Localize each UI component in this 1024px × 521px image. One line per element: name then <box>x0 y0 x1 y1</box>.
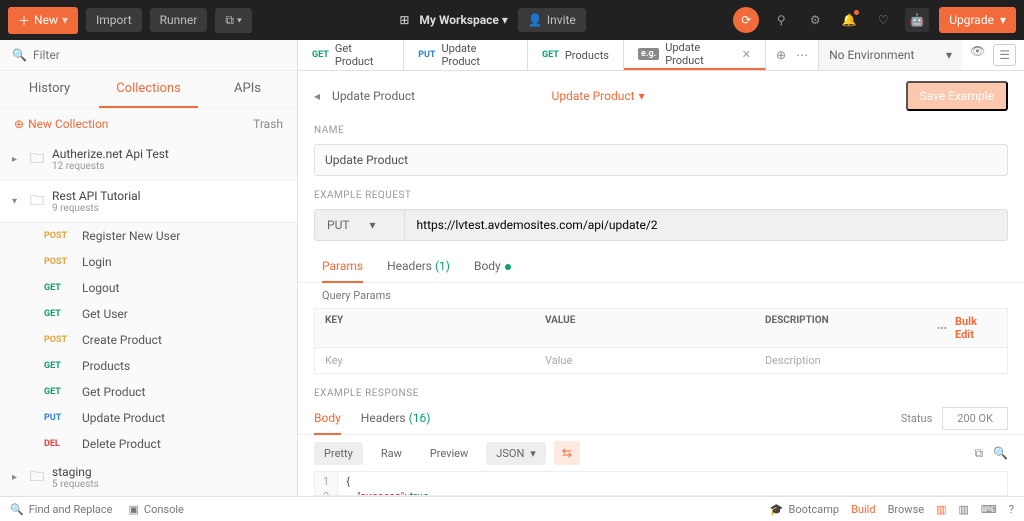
params-table: KEY VALUE DESCRIPTION ⋯Bulk Edit Key Val… <box>314 308 1008 374</box>
back-icon[interactable]: ◂ <box>314 89 320 103</box>
capture-icon[interactable]: ⚲ <box>769 8 793 32</box>
env-settings-icon[interactable]: ☰ <box>993 44 1016 66</box>
tab-apis[interactable]: APIs <box>198 71 297 108</box>
status-code[interactable]: 200 OK <box>942 407 1008 430</box>
search-response-icon[interactable]: 🔍 <box>993 446 1008 461</box>
response-body[interactable]: 12345 { "success": true, "message": "Pro… <box>314 471 1008 496</box>
add-tab-icon[interactable]: ⊕ <box>776 48 786 62</box>
method-select[interactable]: PUT▾ <box>315 210 405 240</box>
request-tab[interactable]: PUTUpdate Product <box>404 40 528 70</box>
copy-icon[interactable]: ⧉ <box>974 446 983 461</box>
collection-item[interactable]: ▸ 🗀 Autherize.net Api Test 12 requests <box>0 139 297 181</box>
runner-button[interactable]: Runner <box>150 8 208 32</box>
request-tabs: GETGet Product PUTUpdate Product GETProd… <box>298 40 1024 71</box>
env-quicklook-icon[interactable]: 👁 <box>970 44 985 66</box>
filter-input[interactable] <box>33 48 285 62</box>
request-item[interactable]: GETGet Product <box>0 379 297 405</box>
tab-menu-icon[interactable]: ⋯ <box>796 48 808 62</box>
bootcamp-button[interactable]: 🎓 Bootcamp <box>770 503 839 516</box>
bulk-edit-link[interactable]: Bulk Edit <box>955 315 997 341</box>
body-indicator-dot <box>505 264 511 270</box>
request-item[interactable]: PUTUpdate Product <box>0 405 297 431</box>
folder-icon: 🗀 <box>30 148 44 172</box>
workspace-name[interactable]: My Workspace ▾ <box>419 13 508 27</box>
browse-tab[interactable]: Browse <box>888 503 925 516</box>
request-item[interactable]: GETProducts <box>0 353 297 379</box>
import-button[interactable]: Import <box>86 8 142 32</box>
breadcrumb-current[interactable]: Update Product ▾ <box>552 89 645 103</box>
build-tab[interactable]: Build <box>851 503 875 516</box>
breadcrumb-parent[interactable]: Update Product <box>332 89 415 103</box>
name-input[interactable]: Update Product <box>314 144 1008 176</box>
environment-select[interactable]: No Environment▾ <box>818 40 962 70</box>
new-collection-link[interactable]: ⊕ New Collection <box>14 117 108 131</box>
collection-item[interactable]: ▾ 🗀 Rest API Tutorial 9 requests <box>0 181 297 223</box>
upgrade-button[interactable]: Upgrade ▾ <box>939 7 1016 33</box>
request-tab[interactable]: GETGet Product <box>298 40 404 70</box>
pane-split-icon[interactable]: ▥ <box>959 503 969 516</box>
request-item[interactable]: DELDelete Product <box>0 431 297 457</box>
resp-tab-headers[interactable]: Headers (16) <box>361 403 431 434</box>
param-value-input[interactable]: Value <box>535 348 755 373</box>
close-icon[interactable]: ✕ <box>742 48 751 61</box>
folder-icon: 🗀 <box>30 190 44 214</box>
name-label: NAME <box>298 121 1024 140</box>
chevron-right-icon: ▸ <box>12 154 22 165</box>
more-icon[interactable]: ⋯ <box>937 323 947 334</box>
request-tab[interactable]: e.g.Update Product✕ <box>624 40 766 70</box>
status-label: Status <box>901 412 932 425</box>
workspace-icon: ⊞ <box>399 13 409 27</box>
tab-body[interactable]: Body <box>474 251 511 282</box>
view-raw[interactable]: Raw <box>371 442 412 465</box>
view-pretty[interactable]: Pretty <box>314 442 363 465</box>
window-icon[interactable]: ⧉ ▾ <box>215 8 252 33</box>
tab-collections[interactable]: Collections <box>99 71 198 108</box>
topbar: ＋ New ▾ Import Runner ⧉ ▾ ⊞ My Workspace… <box>0 0 1024 40</box>
format-select[interactable]: JSON ▾ <box>486 442 546 465</box>
resp-tab-body[interactable]: Body <box>314 403 341 435</box>
tab-history[interactable]: History <box>0 71 99 108</box>
request-tab[interactable]: GETProducts <box>528 40 624 70</box>
help-icon[interactable]: ? <box>1009 503 1014 516</box>
notifications-icon[interactable]: 🔔 <box>837 8 861 32</box>
param-desc-input[interactable]: Description <box>755 348 927 373</box>
chevron-down-icon: ▾ <box>370 218 376 232</box>
chevron-down-icon: ▾ <box>946 48 952 62</box>
folder-icon: 🗀 <box>30 466 44 490</box>
avatar-icon[interactable]: 🤖 <box>905 8 929 32</box>
heart-icon[interactable]: ♡ <box>871 8 895 32</box>
query-params-label: Query Params <box>298 283 1024 308</box>
statusbar: 🔍 Find and Replace ▣ Console 🎓 Bootcamp … <box>0 496 1024 521</box>
content: GETGet Product PUTUpdate Product GETProd… <box>298 40 1024 496</box>
param-key-input[interactable]: Key <box>315 348 535 373</box>
request-item[interactable]: POSTCreate Product <box>0 327 297 353</box>
request-item[interactable]: GETGet User <box>0 301 297 327</box>
save-example-button[interactable]: Save Example <box>906 81 1008 111</box>
request-item[interactable]: POSTLogin <box>0 249 297 275</box>
example-request-label: EXAMPLE REQUEST <box>298 186 1024 205</box>
example-response-label: EXAMPLE RESPONSE <box>298 384 1024 403</box>
tab-params[interactable]: Params <box>322 251 363 283</box>
chevron-down-icon: ▾ <box>12 196 22 207</box>
new-button[interactable]: ＋ New ▾ <box>8 7 78 34</box>
trash-link[interactable]: Trash <box>253 117 283 131</box>
request-item[interactable]: POSTRegister New User <box>0 223 297 249</box>
sync-icon[interactable]: ⟳ <box>733 7 759 33</box>
console-button[interactable]: ▣ Console <box>129 503 184 516</box>
sidebar: 🔍 History Collections APIs ⊕ New Collect… <box>0 40 298 496</box>
shortcuts-icon[interactable]: ⌨ <box>981 503 997 516</box>
wrap-lines-icon[interactable]: ⇆ <box>554 441 580 465</box>
tab-headers[interactable]: Headers (1) <box>387 251 450 282</box>
view-preview[interactable]: Preview <box>420 442 478 465</box>
request-item[interactable]: GETLogout <box>0 275 297 301</box>
settings-icon[interactable]: ⚙ <box>803 8 827 32</box>
search-icon: 🔍 <box>12 48 27 62</box>
find-replace-button[interactable]: 🔍 Find and Replace <box>10 503 113 516</box>
chevron-right-icon: ▸ <box>12 472 22 483</box>
invite-button[interactable]: 👤 Invite <box>518 8 586 32</box>
url-input[interactable] <box>405 210 1007 240</box>
collection-item[interactable]: ▸ 🗀 staging 5 requests <box>0 457 297 496</box>
pane-single-icon[interactable]: ▥ <box>936 503 946 516</box>
